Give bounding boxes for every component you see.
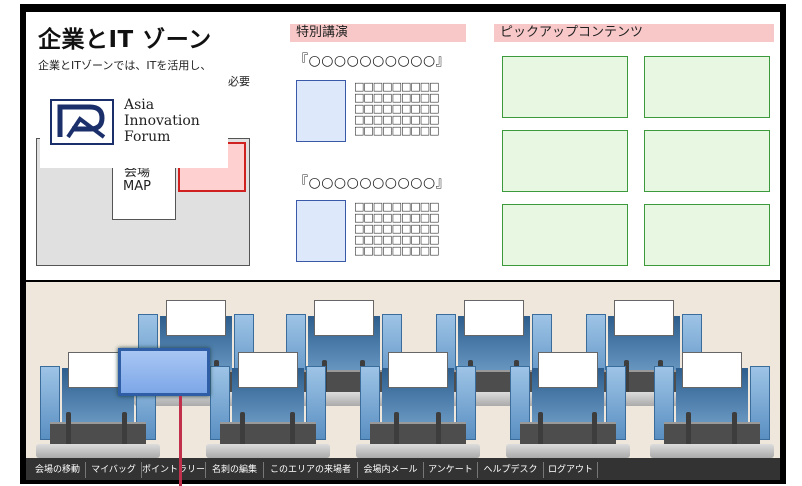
lecture-1-line: □□□□□□□□□	[354, 124, 440, 137]
pickup-content-tile[interactable]	[502, 130, 628, 192]
nav-area-visitors[interactable]: このエリアの来場者	[264, 462, 358, 478]
pickup-content-tile[interactable]	[502, 204, 628, 266]
logo-line-forum: Forum	[124, 129, 171, 145]
nav-edit-card[interactable]: 名刺の編集	[206, 462, 264, 478]
exhibit-booth[interactable]	[506, 352, 630, 458]
lecture-title-2[interactable]: 『○○○○○○○○○○』	[294, 172, 450, 192]
nav-my-bag[interactable]: マイバッグ	[86, 462, 142, 478]
pickup-contents-header: ピックアップコンテンツ	[494, 24, 774, 42]
lecture-title-1[interactable]: 『○○○○○○○○○○』	[294, 50, 450, 70]
nav-survey[interactable]: アンケート	[424, 462, 478, 478]
nav-logout[interactable]: ログアウト	[544, 462, 598, 478]
venue-map-label: 会場 MAP	[112, 166, 162, 194]
selected-booth-highlight[interactable]	[118, 348, 210, 396]
pickup-content-tile[interactable]	[644, 56, 770, 118]
nav-help-desk[interactable]: ヘルプデスク	[478, 462, 544, 478]
sponsor-logo-text: Asia Innovation Forum	[124, 97, 200, 145]
asia-innovation-forum-logo-icon	[50, 99, 114, 145]
selection-pointer	[179, 396, 182, 486]
pickup-content-tile[interactable]	[502, 56, 628, 118]
special-lecture-header: 特別講演	[290, 24, 466, 42]
venue-map-label-line1: 会場	[123, 165, 150, 180]
zone-description: 企業とITゾーンでは、ITを活用し、	[38, 59, 212, 72]
venue-map-label-line2: MAP	[123, 179, 151, 194]
zone-title: 企業とIT ゾーン	[38, 27, 212, 53]
lecture-thumbnail-1[interactable]	[296, 80, 346, 142]
pickup-content-tile[interactable]	[644, 130, 770, 192]
lecture-description-2: □□□□□□□□□ □□□□□□□□□ □□□□□□□□□ □□□□□□□□□ …	[354, 201, 440, 257]
nav-move-venue[interactable]: 会場の移動	[30, 462, 86, 478]
logo-line-innovation: Innovation	[124, 113, 200, 129]
zone-description-tail: 必要	[228, 75, 250, 88]
exhibit-booth[interactable]	[650, 352, 774, 458]
lecture-description-1: □□□□□□□□□ □□□□□□□□□ □□□□□□□□□ □□□□□□□□□ …	[354, 81, 440, 137]
logo-line-asia: Asia	[124, 97, 155, 113]
exhibit-booth[interactable]	[356, 352, 480, 458]
exhibit-booth[interactable]	[206, 352, 330, 458]
pickup-content-tile[interactable]	[644, 204, 770, 266]
lecture-2-line: □□□□□□□□□	[354, 244, 440, 257]
lecture-thumbnail-2[interactable]	[296, 200, 346, 262]
nav-venue-mail[interactable]: 会場内メール	[358, 462, 424, 478]
nav-point-rally[interactable]: ポイントラリー	[142, 462, 206, 478]
